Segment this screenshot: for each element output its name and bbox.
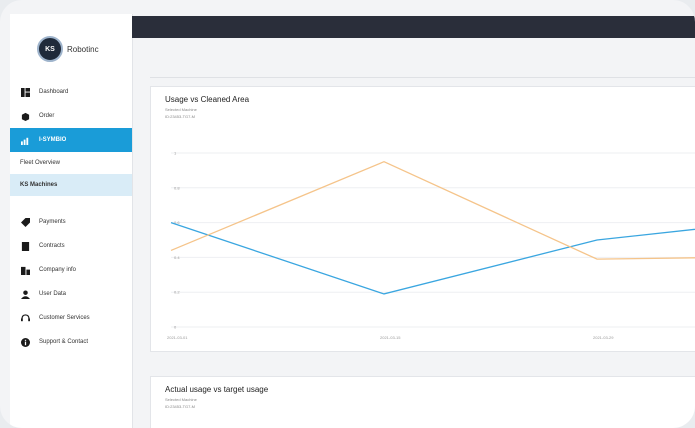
y-tick-label: 0.4 (174, 255, 180, 260)
sidebar-item-dashboard[interactable]: Dashboard (10, 80, 132, 104)
sidebar-item-label: User Data (39, 291, 67, 297)
dashboard-icon (21, 87, 30, 97)
brand-logo[interactable]: KS Robotinc (37, 36, 99, 62)
sidebar-subitem-label: Fleet Overview (20, 160, 61, 166)
signal-bars-icon (21, 137, 29, 145)
top-bar (132, 16, 695, 38)
sidebar-item-customer-services[interactable]: Customer Services (10, 306, 132, 330)
card-subtitle: Selected Machine (165, 397, 197, 402)
sidebar-item-label: Dashboard (39, 89, 69, 95)
sidebar-item-isymbio[interactable]: I-SYMBIO (10, 128, 132, 152)
usage-chart-card: Usage vs Cleaned Area Selected Machine I… (150, 86, 695, 352)
y-tick-label: 0.2 (174, 290, 180, 295)
document-icon (21, 241, 30, 251)
app-window: KS Robotinc Dashboard Order I-SYMBIO Fle… (0, 0, 695, 428)
card-machine-id: ID:23453-TG7-M (165, 404, 196, 409)
series-line-2 (170, 160, 695, 260)
sidebar-item-contracts[interactable]: Contracts (10, 234, 132, 258)
sidebar-item-support-contact[interactable]: Support & Contact (10, 330, 132, 354)
sidebar-item-company-info[interactable]: Company info (10, 258, 132, 282)
sidebar-item-label: I-SYMBIO (39, 137, 67, 143)
x-tick-label: 2021-03-15 (380, 335, 401, 340)
y-tick-label: 0.8 (174, 185, 180, 190)
sidebar-subitem-fleet-overview[interactable]: Fleet Overview (10, 152, 132, 174)
target-usage-card: Actual usage vs target usage Selected Ma… (150, 376, 695, 428)
sidebar-nav: Dashboard Order I-SYMBIO Fleet Overview … (10, 80, 132, 354)
sidebar-item-user-data[interactable]: User Data (10, 282, 132, 306)
info-icon (21, 337, 30, 347)
sidebar-subitem-ks-machines[interactable]: KS Machines (10, 174, 132, 196)
headset-icon (21, 313, 30, 321)
usage-line-chart: 00.20.40.60.81 2021-03-01 2021-03-15 2021-… (167, 151, 695, 340)
box-icon (21, 112, 30, 121)
sidebar-item-label: Support & Contact (39, 339, 89, 345)
sidebar-item-payments[interactable]: Payments (10, 210, 132, 234)
sidebar-item-label: Contracts (39, 243, 65, 249)
user-icon (21, 289, 30, 299)
sidebar-item-label: Customer Services (39, 315, 90, 321)
building-icon (21, 266, 30, 275)
divider (150, 77, 695, 78)
x-tick-label: 2021-03-01 (167, 335, 188, 340)
sidebar-item-order[interactable]: Order (10, 104, 132, 128)
sidebar-item-label: Company info (39, 267, 77, 273)
x-tick-label: 2021-03-29 (593, 335, 614, 340)
sidebar-item-label: Order (39, 113, 55, 119)
brand-name: Robotinc (67, 44, 99, 54)
sidebar: KS Robotinc Dashboard Order I-SYMBIO Fle… (10, 14, 133, 428)
sidebar-item-label: Payments (39, 219, 66, 225)
sidebar-subitem-label: KS Machines (20, 182, 58, 188)
logo-badge-icon: KS (37, 36, 63, 62)
card-title: Actual usage vs target usage (165, 385, 269, 394)
payment-tag-icon (21, 217, 30, 227)
